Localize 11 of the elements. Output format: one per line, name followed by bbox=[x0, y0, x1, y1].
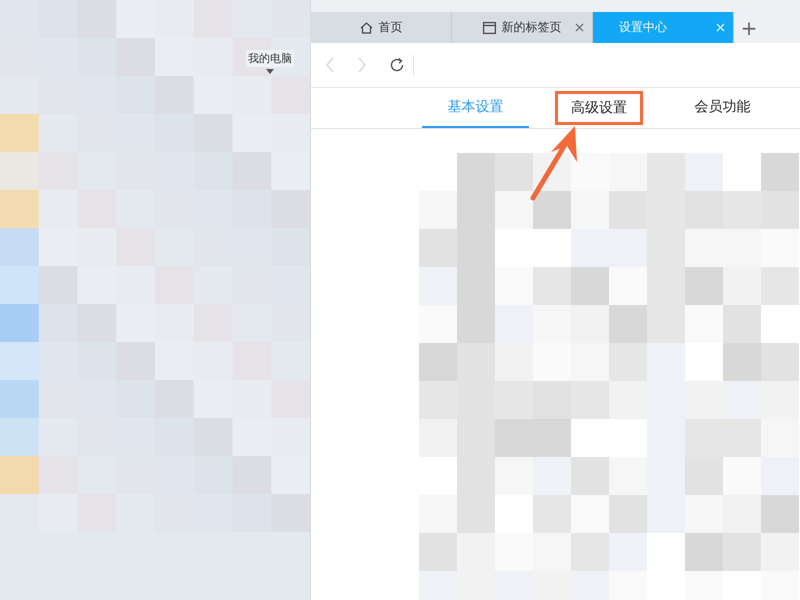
browser-tab[interactable]: 新的标签页 bbox=[452, 12, 593, 43]
new-tab-button[interactable]: + bbox=[734, 12, 764, 43]
settings-tab[interactable]: 高级设置 bbox=[555, 91, 643, 125]
home-icon bbox=[360, 22, 372, 34]
caret-icon[interactable] bbox=[266, 69, 274, 74]
computer-label-text: 我的电脑 bbox=[246, 50, 294, 67]
browser-tab[interactable]: 首页 bbox=[311, 12, 452, 43]
page-icon bbox=[482, 22, 496, 34]
refresh-icon[interactable] bbox=[389, 57, 405, 73]
close-icon[interactable] bbox=[575, 23, 584, 32]
settings-tab[interactable]: 会员功能 bbox=[669, 88, 776, 128]
